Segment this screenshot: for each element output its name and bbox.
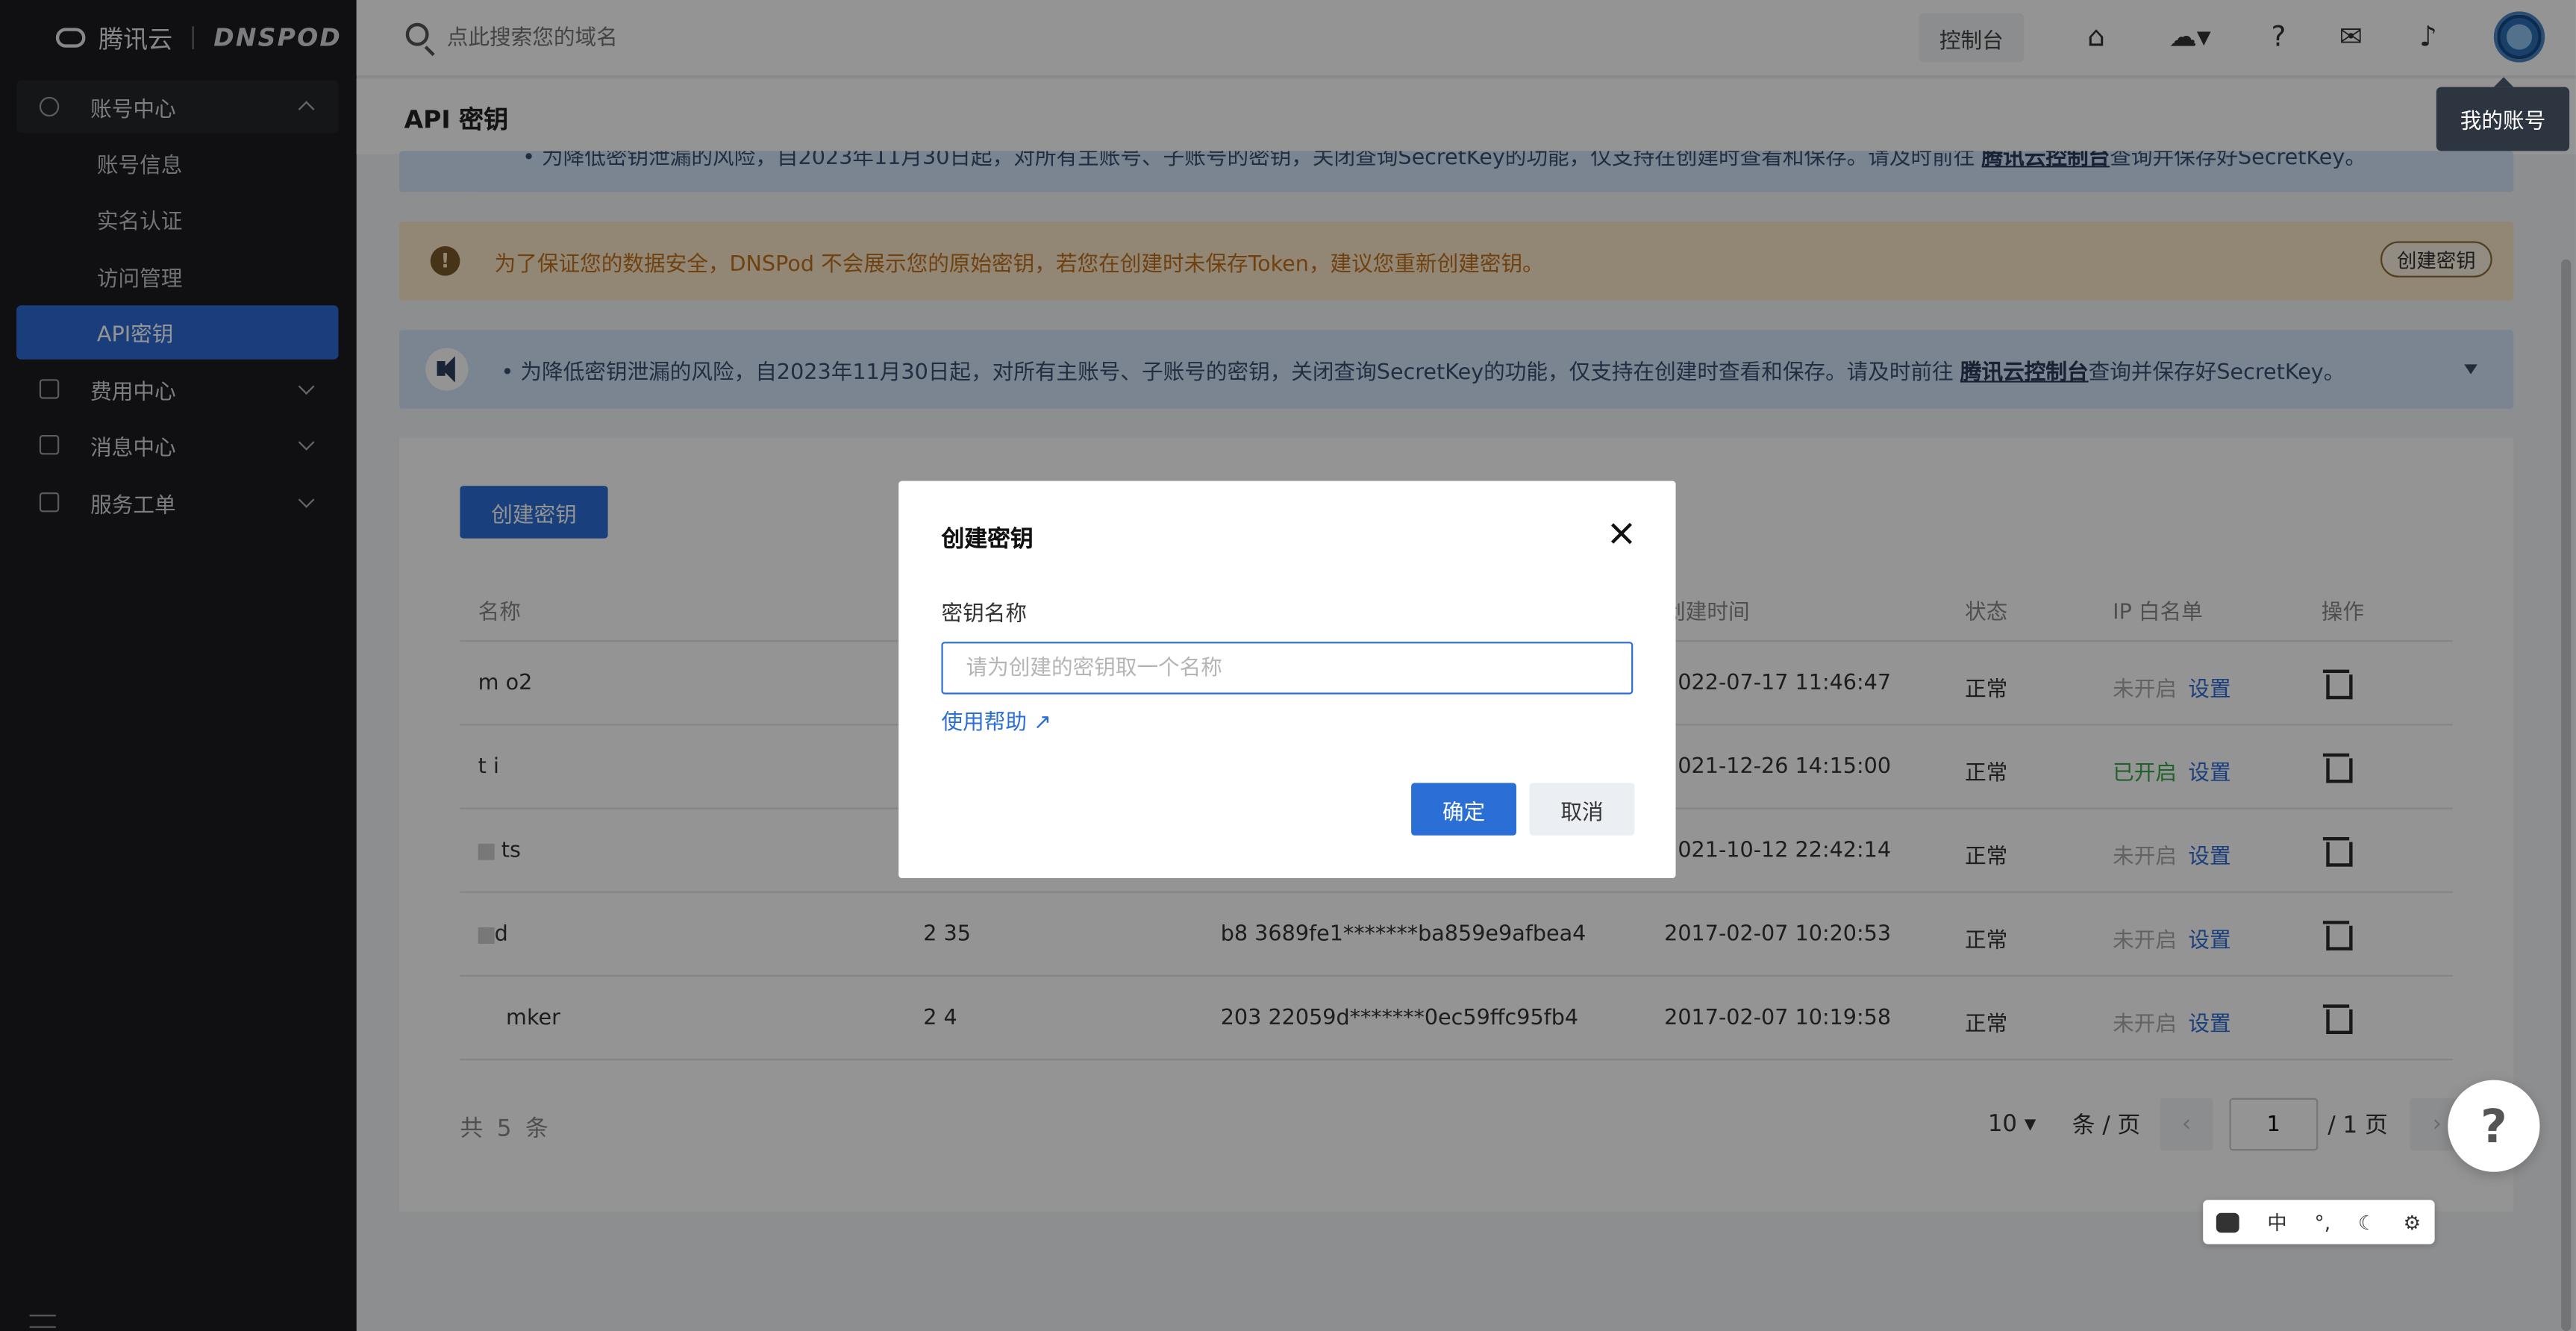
help-link[interactable]: 使用帮助 ↗ bbox=[941, 704, 1051, 736]
create-key-dialog: 创建密钥 密钥名称 使用帮助 ↗ 确定 取消 bbox=[898, 480, 1676, 878]
cancel-button[interactable]: 取消 bbox=[1529, 783, 1635, 836]
key-name-label: 密钥名称 bbox=[941, 602, 1027, 627]
key-name-input[interactable] bbox=[941, 642, 1634, 695]
close-icon[interactable] bbox=[1610, 522, 1633, 545]
floating-help-button[interactable]: ? bbox=[2448, 1080, 2540, 1172]
ime-toolbar: 中 °, ☾ ⚙ bbox=[2203, 1200, 2435, 1244]
ime-mode[interactable]: 中 bbox=[2267, 1208, 2286, 1236]
ime-punct[interactable]: °, bbox=[2315, 1211, 2331, 1234]
settings-icon[interactable]: ⚙ bbox=[2403, 1211, 2421, 1234]
dialog-title: 创建密钥 bbox=[941, 527, 1034, 554]
moon-icon[interactable]: ☾ bbox=[2358, 1211, 2376, 1234]
ime-logo-icon[interactable] bbox=[2216, 1212, 2240, 1233]
account-tooltip: 我的账号 bbox=[2436, 77, 2570, 151]
confirm-button[interactable]: 确定 bbox=[1411, 783, 1516, 836]
